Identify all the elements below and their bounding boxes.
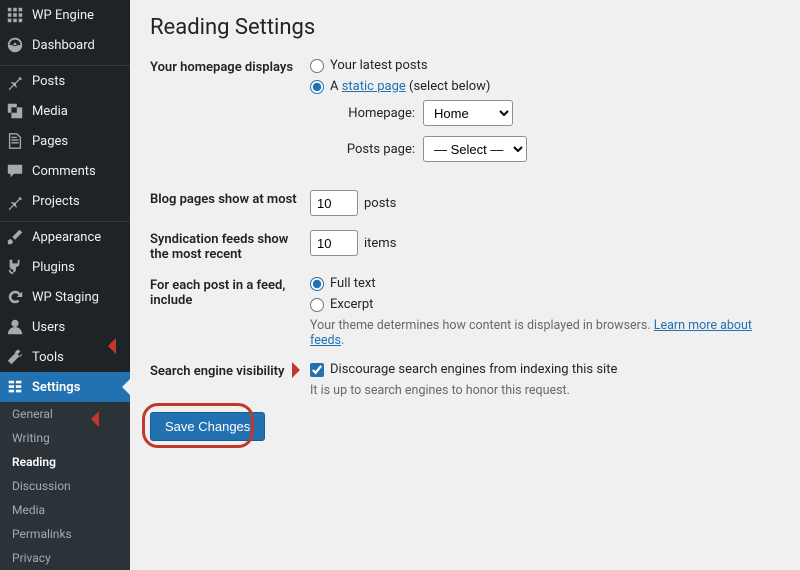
unit-posts: posts [364, 196, 396, 211]
admin-sidebar: WP Engine Dashboard Posts Media Pages Co… [0, 0, 130, 510]
sidebar-item-comments[interactable]: Comments [0, 156, 130, 186]
radio-full-text[interactable] [310, 277, 324, 291]
sidebar-item-settings[interactable]: Settings [0, 372, 130, 402]
text: A [330, 79, 342, 94]
radio-label: Excerpt [330, 297, 373, 312]
save-changes-button[interactable]: Save Changes [150, 412, 265, 441]
menu-label: Users [32, 320, 65, 335]
subitem-permalinks[interactable]: Permalinks [0, 522, 130, 546]
sidebar-item-pages[interactable]: Pages [0, 126, 130, 156]
select-homepage[interactable]: Home [423, 100, 513, 126]
static-page-link[interactable]: static page [342, 79, 406, 94]
annotation-arrow-icon [100, 338, 116, 354]
dashboard-icon [6, 36, 24, 54]
input-syndication[interactable] [310, 230, 358, 256]
sidebar-item-plugins[interactable]: Plugins [0, 252, 130, 282]
pin-icon [6, 192, 24, 210]
menu-label: Tools [32, 350, 64, 365]
subitem-writing[interactable]: Writing [0, 426, 130, 450]
menu-label: Plugins [32, 260, 75, 275]
pages-icon [6, 132, 24, 150]
brush-icon [6, 228, 24, 246]
menu-label: Settings [32, 380, 80, 395]
checkbox-label: Discourage search engines from indexing … [330, 362, 617, 377]
sidebar-item-dashboard[interactable]: Dashboard [0, 30, 130, 60]
radio-label: Full text [330, 276, 376, 291]
annotation-arrow-icon [83, 411, 99, 427]
menu-label: Comments [32, 164, 96, 179]
radio-excerpt[interactable] [310, 298, 324, 312]
select-posts-page[interactable]: — Select — [423, 136, 527, 162]
label-homepage: Homepage: [340, 106, 415, 121]
feed-description: Your theme determines how content is dis… [310, 318, 780, 348]
user-icon [6, 318, 24, 336]
subitem-privacy[interactable]: Privacy [0, 546, 130, 570]
text: (select below) [406, 79, 491, 94]
main-content: Reading Settings Your homepage displays … [130, 0, 800, 510]
menu-label: Appearance [32, 230, 101, 245]
refresh-icon [6, 288, 24, 306]
checkbox-discourage-indexing[interactable] [310, 363, 324, 377]
radio-label: A static page (select below) [330, 79, 490, 94]
annotation-arrow-icon [292, 362, 308, 378]
page-title: Reading Settings [150, 15, 780, 40]
menu-label: Posts [32, 74, 65, 89]
settings-icon [6, 378, 24, 396]
subitem-reading[interactable]: Reading [0, 450, 130, 474]
sidebar-item-projects[interactable]: Projects [0, 186, 130, 216]
label-homepage-displays: Your homepage displays [150, 58, 310, 75]
menu-label: Dashboard [32, 38, 95, 53]
subitem-general[interactable]: General [0, 402, 130, 426]
unit-items: items [364, 236, 396, 251]
label-posts-page: Posts page: [340, 142, 415, 157]
plug-icon [6, 258, 24, 276]
text: Your theme determines how content is dis… [310, 318, 654, 333]
sev-description: It is up to search engines to honor this… [310, 383, 780, 398]
menu-label: Media [32, 104, 68, 119]
subitem-discussion[interactable]: Discussion [0, 474, 130, 498]
pin-icon [6, 72, 24, 90]
menu-label: WP Staging [32, 290, 99, 305]
input-blog-pages[interactable] [310, 190, 358, 216]
sidebar-item-posts[interactable]: Posts [0, 66, 130, 96]
label-feed-include: For each post in a feed, include [150, 276, 310, 308]
label-blog-pages: Blog pages show at most [150, 190, 310, 207]
wrench-icon [6, 348, 24, 366]
sidebar-item-wpengine[interactable]: WP Engine [0, 0, 130, 30]
sidebar-item-wpstaging[interactable]: WP Staging [0, 282, 130, 312]
label-syndication: Syndication feeds show the most recent [150, 230, 310, 262]
label-search-visibility: Search engine visibility [150, 362, 310, 379]
subitem-media[interactable]: Media [0, 498, 130, 522]
radio-label: Your latest posts [330, 58, 428, 73]
wpengine-icon [6, 6, 24, 24]
comments-icon [6, 162, 24, 180]
sidebar-item-appearance[interactable]: Appearance [0, 222, 130, 252]
radio-latest-posts[interactable] [310, 59, 324, 73]
media-icon [6, 102, 24, 120]
sidebar-item-media[interactable]: Media [0, 96, 130, 126]
radio-static-page[interactable] [310, 80, 324, 94]
menu-label: Projects [32, 194, 80, 209]
menu-label: WP Engine [32, 8, 94, 23]
menu-label: Pages [32, 134, 68, 149]
